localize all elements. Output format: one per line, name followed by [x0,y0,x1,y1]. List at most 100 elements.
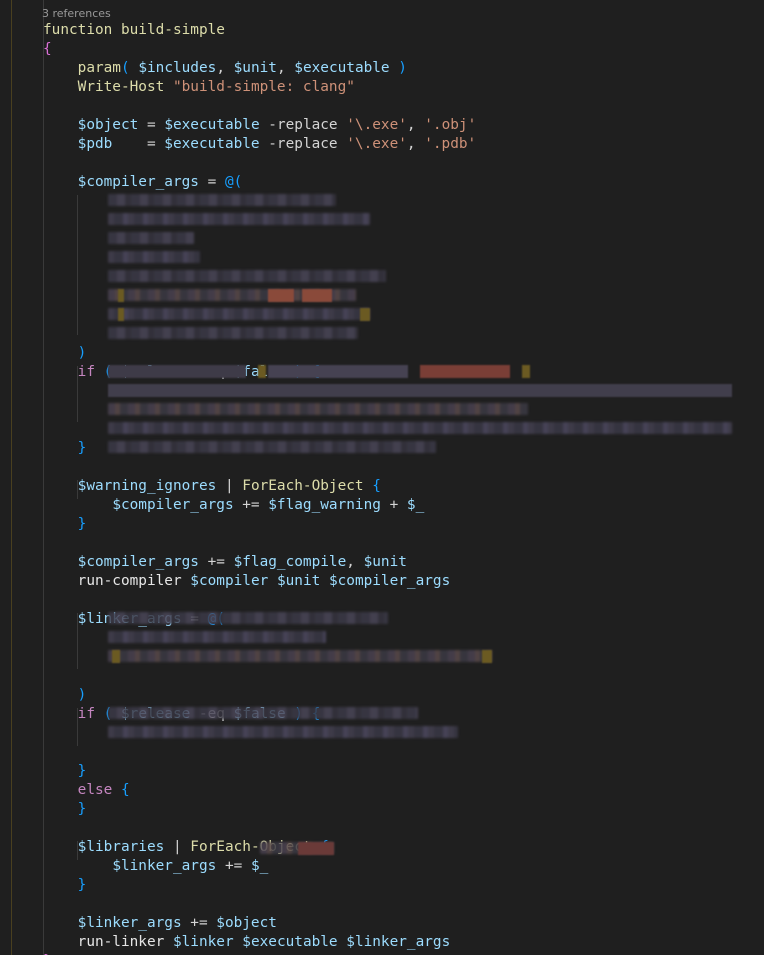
code-line[interactable]: else { [43,781,130,800]
code-token: } [77,763,87,779]
code-token: $object [216,915,277,931]
code-token: $includes [138,60,217,76]
code-token: ) [398,60,407,76]
code-line[interactable]: ) [43,686,87,705]
code-line[interactable]: Write-Host "build-simple: clang" [43,78,355,97]
code-line[interactable]: $compiler_args += $flag_compile, $unit [43,553,407,572]
code-line[interactable]: function build-simple [43,21,225,40]
codelens-references[interactable]: 3 references [42,7,111,20]
code-token: $compiler_args [77,174,199,190]
code-line[interactable]: { [43,40,52,59]
code-token: run-compiler [77,573,182,589]
code-line[interactable]: run-linker $linker $executable $linker_a… [43,933,451,952]
redacted-code [108,403,528,415]
code-token: + [380,497,407,513]
redacted-code [108,650,492,662]
code-line[interactable]: } [43,876,87,895]
code-token: $compiler_args [77,554,199,570]
code-token: run-linker [77,934,165,950]
code-token: function [43,22,113,38]
redacted-artifact [118,308,124,321]
code-token: | [216,478,243,494]
code-token: | [164,839,191,855]
indent-guide-outer [11,0,12,955]
code-token: } [77,877,87,893]
redacted-artifact [482,650,492,663]
code-line[interactable]: run-compiler $compiler $unit $compiler_a… [43,572,451,591]
code-token: $executable [294,60,390,76]
code-token: $linker_args [346,934,451,950]
code-token: } [77,440,87,456]
code-line[interactable]: } [43,762,87,781]
code-token: , [406,117,425,133]
code-line[interactable]: $pdb = $executable -replace '\.exe', '.p… [43,135,477,154]
code-token: '.obj' [424,117,477,133]
code-line[interactable]: param( $includes, $unit, $executable ) [43,59,407,78]
code-token: '\.exe' [346,136,407,152]
code-token: $libraries [77,839,165,855]
redacted-artifact [108,384,732,397]
redacted-code [108,270,386,282]
redacted-code [108,726,458,738]
code-line[interactable]: $linker_args += $object [43,914,277,933]
redacted-artifact [302,289,332,302]
code-line[interactable]: $compiler_args = @( [43,173,243,192]
code-token: { [43,41,52,57]
code-token: += [233,497,269,513]
code-line[interactable]: $object = $executable -replace '\.exe', … [43,116,477,135]
code-token: $unit [233,60,277,76]
code-token: $unit [363,554,407,570]
code-token: else [77,782,113,798]
redacted-code [108,327,358,339]
code-line[interactable]: $warning_ignores | ForEach-Object { [43,477,381,496]
code-token: "build-simple: clang" [172,79,355,95]
code-token: } [77,516,87,532]
redacted-code [108,422,732,434]
code-token: ) [77,687,87,703]
code-line[interactable]: ) [43,344,87,363]
code-line[interactable]: } [43,800,87,819]
code-token: , [276,60,295,76]
redacted-artifact [360,308,370,321]
redacted-code [108,194,336,206]
redacted-code [108,251,200,263]
code-line[interactable]: } [43,439,87,458]
redacted-artifact [268,289,294,302]
code-editor[interactable]: 3 references function build-simple{ para… [0,0,764,955]
code-line[interactable]: $linker_args += $_ [43,857,268,876]
code-token: @( [224,174,243,190]
code-line[interactable]: $compiler_args += $flag_warning + $_ [43,496,424,515]
code-token: $linker_args [112,858,217,874]
code-token: $linker_args [77,915,182,931]
code-line[interactable]: } [43,515,87,534]
code-token: $executable [164,136,260,152]
code-token: param [77,60,121,76]
code-token: $executable [242,934,338,950]
code-token: -replace [259,136,347,152]
redacted-code [108,213,370,225]
